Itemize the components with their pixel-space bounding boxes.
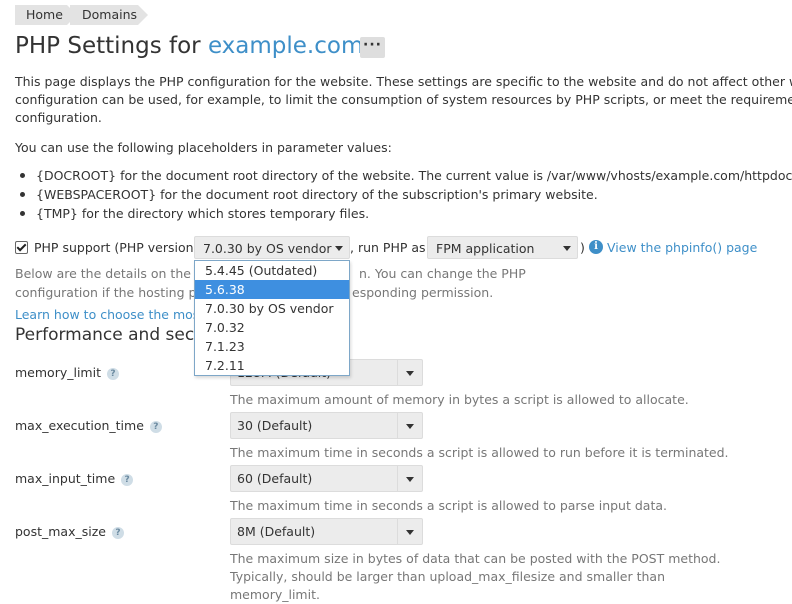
setting-name: post_max_size [15, 524, 106, 539]
placeholder-list: {DOCROOT} for the document root director… [15, 166, 792, 223]
page-title: PHP Settings for example.com [15, 30, 363, 62]
chevron-down-icon [406, 530, 414, 535]
phpinfo-link[interactable]: View the phpinfo() page [607, 239, 757, 257]
chevron-down-icon [563, 246, 571, 251]
close-paren: ) [580, 240, 585, 255]
help-icon[interactable]: ? [149, 421, 162, 433]
details-line-1b: n. You can change the PHP [359, 266, 526, 281]
help-icon[interactable]: ? [121, 474, 134, 486]
dropdown-option[interactable]: 7.0.32 [195, 318, 349, 337]
divider [397, 466, 398, 491]
details-line-1a: Below are the details on the w [15, 266, 206, 281]
setting-name: max_input_time [15, 471, 116, 486]
breadcrumb-domains[interactable]: Domains [70, 5, 148, 25]
php-handler-value: FPM application [436, 241, 535, 256]
chevron-down-icon [406, 424, 414, 429]
setting-value: 8M (Default) [237, 524, 316, 539]
setting-value: 30 (Default) [237, 418, 313, 433]
list-item: {TMP} for the directory which stores tem… [15, 204, 792, 223]
divider [397, 360, 398, 385]
setting-value: 60 (Default) [237, 471, 313, 486]
max-execution-time-select[interactable]: 30 (Default) [230, 412, 423, 439]
page-title-prefix: PHP Settings for [15, 33, 208, 59]
domain-link[interactable]: example.com [208, 33, 363, 59]
max-input-time-select[interactable]: 60 (Default) [230, 465, 423, 492]
list-item: {DOCROOT} for the document root director… [15, 166, 792, 185]
dropdown-option[interactable]: 5.4.45 (Outdated) [195, 261, 349, 280]
placeholders-intro: You can use the following placeholders i… [15, 140, 392, 155]
chevron-down-icon [335, 246, 343, 251]
setting-description: The maximum time in seconds a script is … [230, 498, 667, 513]
more-actions-button[interactable]: ··· [360, 37, 385, 58]
breadcrumb-home[interactable]: Home [15, 5, 79, 25]
intro-line-2: configuration can be used, for example, … [15, 92, 792, 107]
dropdown-option-highlighted[interactable]: 5.6.38 [195, 280, 349, 299]
setting-description: Typically, should be larger than upload_… [230, 569, 666, 584]
setting-label-max-input-time: max_input_time? [15, 471, 134, 486]
help-icon[interactable]: ? [111, 527, 124, 539]
setting-description: The maximum size in bytes of data that c… [230, 551, 721, 566]
intro-line-3: configuration. [15, 110, 102, 125]
dropdown-option[interactable]: 7.0.30 by OS vendor [195, 299, 349, 318]
chevron-down-icon [406, 371, 414, 376]
section-title: Performance and securi [15, 325, 217, 345]
intro-line-1: This page displays the PHP configuration… [15, 74, 792, 89]
setting-name: max_execution_time [15, 418, 144, 433]
learn-more-link[interactable]: Learn how to choose the mos [15, 306, 199, 324]
help-icon[interactable]: ? [106, 368, 119, 380]
setting-name: memory_limit [15, 365, 101, 380]
divider [397, 413, 398, 438]
php-version-select[interactable]: 7.0.30 by OS vendor [194, 236, 350, 259]
details-line-2b: esponding permission. [352, 285, 494, 300]
php-handler-select[interactable]: FPM application [427, 236, 578, 259]
setting-label-memory-limit: memory_limit? [15, 365, 119, 380]
setting-description: The maximum time in seconds a script is … [230, 445, 729, 460]
run-php-label: , run PHP as [350, 240, 426, 255]
php-support-checkbox[interactable] [15, 241, 28, 254]
php-version-value: 7.0.30 by OS vendor [203, 241, 332, 256]
dropdown-option[interactable]: 7.2.11 [195, 356, 349, 375]
setting-label-max-execution-time: max_execution_time? [15, 418, 162, 433]
chevron-down-icon [406, 477, 414, 482]
details-line-2a: configuration if the hosting pr [15, 285, 202, 300]
dropdown-option[interactable]: 7.1.23 [195, 337, 349, 356]
post-max-size-select[interactable]: 8M (Default) [230, 518, 423, 545]
setting-description: The maximum amount of memory in bytes a … [230, 392, 689, 407]
divider [397, 519, 398, 544]
php-support-label: PHP support (PHP version [34, 240, 194, 255]
list-item: {WEBSPACEROOT} for the document root dir… [15, 185, 792, 204]
setting-label-post-max-size: post_max_size? [15, 524, 124, 539]
info-icon: i [589, 240, 603, 254]
php-version-dropdown: 5.4.45 (Outdated) 5.6.38 7.0.30 by OS ve… [194, 260, 350, 376]
setting-description: memory_limit. [230, 587, 320, 602]
